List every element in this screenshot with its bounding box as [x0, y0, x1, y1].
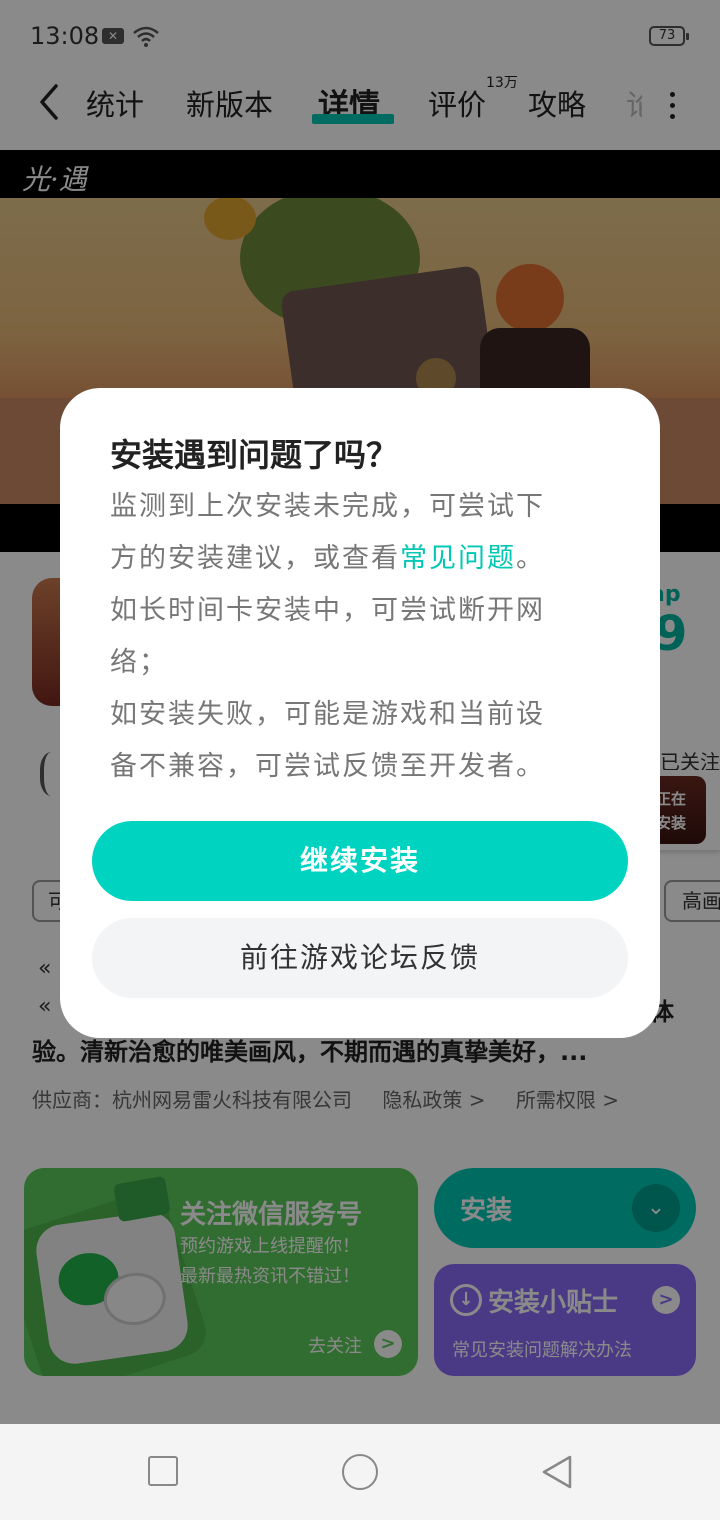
dialog-body-text: 。	[516, 543, 545, 574]
home-icon[interactable]	[342, 1454, 378, 1490]
install-problem-dialog: 安装遇到问题了吗？ 监测到上次安装未完成，可尝试下 方的安装建议，或查看常见问题…	[60, 388, 660, 1038]
dialog-body-line: 络；	[110, 647, 168, 678]
dialog-body-line: 如长时间卡安装中，可尝试断开网	[110, 595, 545, 626]
system-nav-bar	[0, 1424, 720, 1520]
faq-link[interactable]: 常见问题	[400, 543, 516, 574]
recent-apps-icon[interactable]	[148, 1456, 178, 1486]
dialog-body-line: 方的安装建议，或查看常见问题。	[110, 536, 545, 575]
dialog-body-text: 方的安装建议，或查看	[110, 543, 400, 574]
continue-install-button[interactable]: 继续安装	[92, 821, 628, 901]
dialog-body-line: 如安装失败，可能是游戏和当前设	[110, 699, 545, 730]
forum-feedback-button[interactable]: 前往游戏论坛反馈	[92, 918, 628, 998]
dialog-body-line: 备不兼容，可尝试反馈至开发者。	[110, 751, 545, 782]
dialog-title: 安装遇到问题了吗？	[110, 436, 399, 474]
back-triangle-icon[interactable]	[540, 1454, 574, 1490]
dialog-body-line: 监测到上次安装未完成，可尝试下	[110, 491, 545, 522]
